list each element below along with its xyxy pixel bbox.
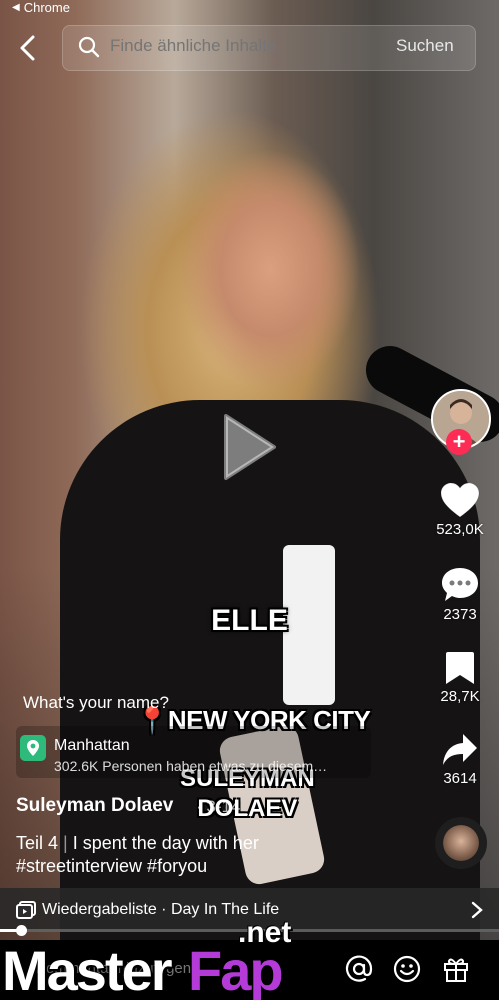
share-button[interactable]: 3614	[429, 732, 491, 787]
search-icon	[78, 36, 100, 58]
save-button[interactable]: 28,7K	[429, 650, 491, 705]
follow-button[interactable]: +	[446, 429, 472, 455]
description-part-label: Teil 4	[16, 833, 59, 853]
sound-disc-cover	[443, 825, 479, 861]
comment-count: 2373	[443, 606, 477, 623]
gift-icon[interactable]	[442, 955, 470, 983]
description-hashtags[interactable]: #streetinterview #foryou	[16, 855, 416, 878]
post-description: Teil 4 | I spent the day with her #stree…	[16, 832, 416, 878]
back-app-label[interactable]: Chrome	[24, 0, 70, 15]
like-button[interactable]: 523,0K	[429, 483, 491, 538]
post-date: · 3-14	[196, 797, 241, 816]
top-search-bar: Suchen	[0, 22, 499, 74]
back-to-app-icon[interactable]: ◀	[12, 2, 20, 13]
share-arrow-icon	[443, 734, 477, 765]
chevron-right-icon[interactable]	[470, 901, 484, 919]
author-name[interactable]: Suleyman Dolaev	[16, 795, 173, 817]
search-input[interactable]	[110, 36, 380, 56]
video-question-overlay: What's your name?	[23, 693, 169, 712]
description-line-1: Teil 4 | I spent the day with her	[16, 832, 416, 855]
location-name[interactable]: Manhattan	[54, 737, 130, 755]
video-caption-main: ELLE	[211, 604, 288, 637]
tiktok-video-screen: ◀ Chrome Suchen ELLE 📍NEW YORK CITY SULE…	[0, 0, 499, 1000]
comment-button[interactable]: 2373	[429, 566, 491, 623]
mention-at-icon[interactable]	[345, 955, 373, 983]
back-arrow-icon[interactable]	[16, 34, 42, 62]
sound-disc[interactable]	[435, 817, 487, 869]
watermark-brand-a: Master	[2, 939, 173, 1000]
like-count: 523,0K	[436, 521, 484, 538]
search-button[interactable]: Suchen	[396, 36, 454, 56]
location-subtitle: 302.6K Personen haben etwas zu diesem…	[54, 758, 328, 774]
status-bar: ◀ Chrome	[12, 0, 70, 15]
share-count: 3614	[443, 770, 477, 787]
save-count: 28,7K	[440, 688, 480, 705]
emoji-icon[interactable]	[393, 955, 421, 983]
watermark-brand-b: Fap	[188, 939, 284, 1000]
bookmark-icon	[446, 652, 474, 684]
description-separator: |	[58, 833, 73, 853]
comment-bubble-icon	[442, 568, 478, 601]
video-progress-knob[interactable]	[16, 925, 27, 936]
location-pin-icon	[20, 735, 46, 761]
playlist-icon	[16, 901, 36, 919]
heart-icon	[440, 483, 480, 518]
description-text: I spent the day with her	[72, 833, 259, 853]
play-icon[interactable]	[222, 412, 278, 482]
